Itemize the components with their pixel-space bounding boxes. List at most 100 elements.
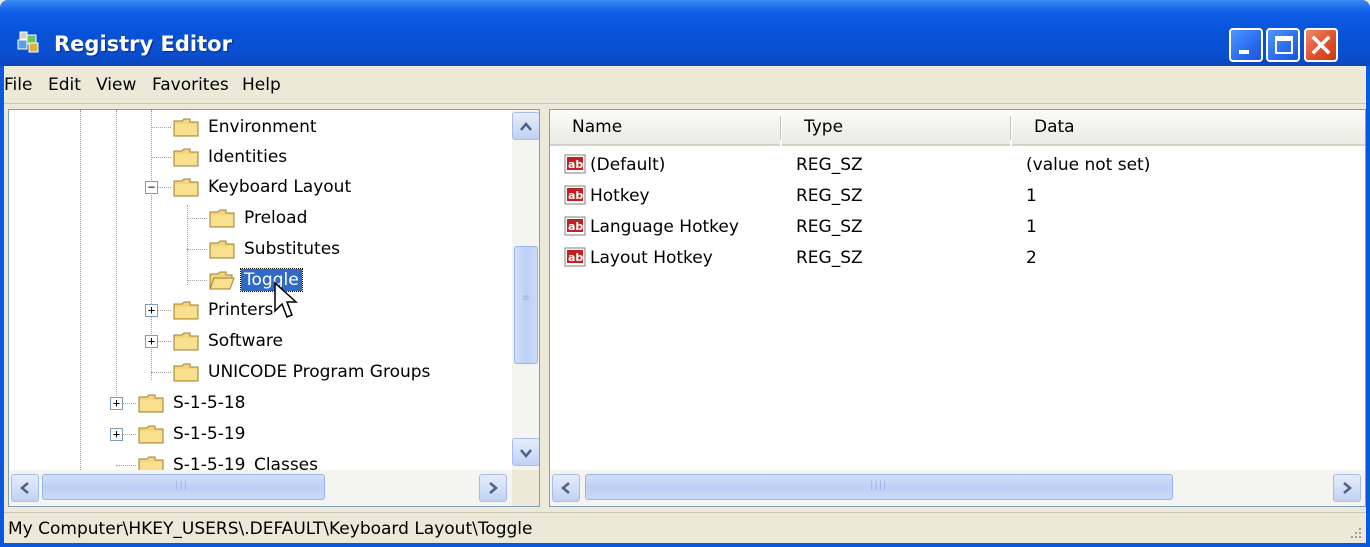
- tree-item-printers[interactable]: Printers: [151, 295, 276, 325]
- status-bar: My Computer\HKEY_USERS\.DEFAULT\Keyboard…: [4, 512, 1366, 543]
- tree-connector: [187, 217, 207, 219]
- value-name: Hotkey: [590, 186, 650, 206]
- value-row[interactable]: ab (Default): [564, 150, 665, 180]
- scroll-right-button[interactable]: [1333, 474, 1361, 502]
- chevron-right-icon: [1343, 482, 1352, 494]
- tree-connector: [187, 248, 207, 250]
- chevron-down-icon: [520, 449, 532, 458]
- string-value-icon: ab: [564, 216, 586, 236]
- scroll-left-button[interactable]: [11, 474, 39, 502]
- title-bar[interactable]: Registry Editor: [0, 0, 1370, 66]
- tree-item-substitutes[interactable]: Substitutes: [187, 234, 343, 264]
- maximize-button[interactable]: [1266, 28, 1300, 62]
- svg-text:ab: ab: [568, 158, 583, 171]
- mouse-pointer-icon: [274, 281, 298, 318]
- tree-hscroll-thumb[interactable]: |||: [42, 474, 325, 500]
- client-area: File Edit View Favorites Help Environmen…: [4, 66, 1366, 543]
- folder-icon: [209, 209, 235, 228]
- tree-connector: [116, 464, 136, 466]
- value-name: Layout Hotkey: [590, 248, 713, 268]
- menu-favorites[interactable]: Favorites: [152, 75, 229, 95]
- window-title: Registry Editor: [54, 32, 232, 56]
- value-type: REG_SZ: [796, 186, 863, 206]
- close-icon: [1311, 35, 1331, 55]
- chevron-left-icon: [20, 482, 29, 494]
- menu-file[interactable]: File: [4, 75, 32, 95]
- value-row[interactable]: ab Language Hotkey: [564, 212, 739, 242]
- folder-icon: [173, 332, 199, 351]
- scroll-down-button[interactable]: [512, 438, 539, 466]
- grip-icon: ||||: [870, 480, 888, 491]
- menu-bar: File Edit View Favorites Help: [4, 66, 1366, 104]
- tree-item-label: Substitutes: [244, 239, 341, 259]
- value-row[interactable]: ab Hotkey: [564, 181, 650, 211]
- column-header-type[interactable]: Type: [782, 110, 1010, 146]
- folder-icon: [173, 178, 199, 197]
- minimize-button[interactable]: [1229, 28, 1263, 62]
- expand-toggle[interactable]: +: [110, 397, 123, 410]
- values-list-pane[interactable]: Name Type Data ab (Default) REG_SZ (valu…: [549, 109, 1366, 507]
- status-path: My Computer\HKEY_USERS\.DEFAULT\Keyboard…: [8, 519, 533, 539]
- tree-item-label: S-1-5-18: [173, 393, 246, 413]
- string-value-icon: ab: [564, 247, 586, 267]
- tree-horizontal-scrollbar[interactable]: |||: [9, 470, 512, 506]
- folder-icon: [173, 363, 199, 382]
- tree-connector: [151, 371, 171, 373]
- svg-text:ab: ab: [568, 220, 583, 233]
- tree-item-s-1-5-18[interactable]: S-1-5-18: [116, 388, 248, 418]
- scroll-up-button[interactable]: [512, 112, 539, 140]
- tree-item-environment[interactable]: Environment: [151, 112, 320, 142]
- tree-item-label: Keyboard Layout: [208, 177, 352, 197]
- tree-item-label: Software: [208, 331, 283, 351]
- close-button[interactable]: [1304, 28, 1338, 62]
- tree-connector: [151, 126, 171, 128]
- tree-guide-line: [116, 110, 117, 410]
- collapse-toggle[interactable]: −: [145, 181, 158, 194]
- column-header-data[interactable]: Data: [1012, 110, 1365, 146]
- folder-icon: [173, 301, 199, 320]
- value-type: REG_SZ: [796, 155, 863, 175]
- grip-icon: |||: [175, 480, 189, 491]
- scroll-right-button[interactable]: [479, 474, 507, 502]
- tree-item-label: Preload: [244, 208, 308, 228]
- maximize-icon: [1275, 36, 1293, 54]
- tree-item-software[interactable]: Software: [151, 326, 286, 356]
- list-horizontal-scrollbar[interactable]: ||||: [550, 470, 1365, 506]
- minimize-icon: [1239, 50, 1249, 54]
- tree-item-preload[interactable]: Preload: [187, 203, 310, 233]
- value-data: 1: [1026, 217, 1037, 237]
- string-value-icon: ab: [564, 185, 586, 205]
- menu-help[interactable]: Help: [242, 75, 281, 95]
- value-row[interactable]: ab Layout Hotkey: [564, 243, 713, 273]
- registry-editor-icon: [17, 31, 39, 53]
- tree-item-identities[interactable]: Identities: [151, 142, 290, 172]
- list-hscroll-thumb[interactable]: ||||: [585, 474, 1173, 500]
- tree-item-label: Environment: [208, 117, 317, 137]
- tree-vertical-scrollbar[interactable]: ≡: [512, 110, 539, 470]
- value-type: REG_SZ: [796, 248, 863, 268]
- tree-item-unicode-program-groups[interactable]: UNICODE Program Groups: [151, 357, 433, 387]
- value-data: 2: [1026, 248, 1037, 268]
- scroll-corner: [512, 470, 539, 506]
- tree-item-label: UNICODE Program Groups: [208, 362, 431, 382]
- string-value-icon: ab: [564, 154, 586, 174]
- menu-view[interactable]: View: [96, 75, 136, 95]
- folder-icon: [209, 240, 235, 259]
- tree-connector: [151, 156, 171, 158]
- folder-icon: [138, 425, 164, 444]
- expand-toggle[interactable]: +: [110, 428, 123, 441]
- svg-text:ab: ab: [568, 189, 583, 202]
- tree-item-s-1-5-19[interactable]: S-1-5-19: [116, 419, 248, 449]
- tree-item-keyboard-layout[interactable]: Keyboard Layout: [151, 172, 354, 202]
- scroll-left-button[interactable]: [552, 474, 580, 502]
- value-name: Language Hotkey: [590, 217, 739, 237]
- expand-toggle[interactable]: +: [145, 304, 158, 317]
- chevron-up-icon: [520, 122, 532, 131]
- tree-scroll-thumb[interactable]: ≡: [514, 246, 538, 364]
- folder-icon: [173, 148, 199, 167]
- expand-toggle[interactable]: +: [145, 335, 158, 348]
- menu-edit[interactable]: Edit: [48, 75, 81, 95]
- open-folder-icon: [209, 271, 235, 290]
- resize-grip-icon[interactable]: [1348, 525, 1362, 539]
- column-header-name[interactable]: Name: [550, 110, 780, 146]
